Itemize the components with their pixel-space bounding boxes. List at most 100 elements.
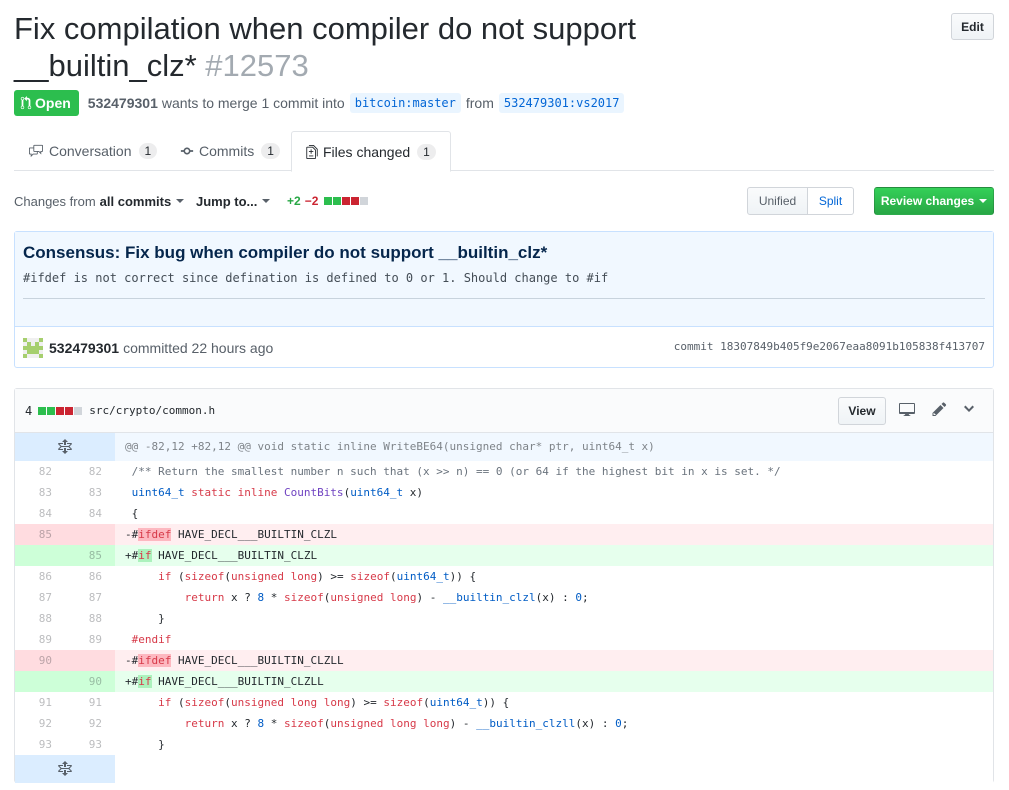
code-line: -#ifdef HAVE_DECL___BUILTIN_CLZL <box>115 524 993 545</box>
code-line: #endif <box>115 629 993 650</box>
code-token: ( <box>389 570 397 583</box>
new-line-number[interactable]: 84 <box>65 503 115 524</box>
commit-title: Consensus: Fix bug when compiler do not … <box>23 243 548 262</box>
code-token: uint64_t <box>396 570 450 583</box>
old-line-number[interactable]: 93 <box>15 734 65 755</box>
head-branch[interactable]: 532479301:vs2017 <box>498 93 625 113</box>
additions-count: +2 <box>287 194 301 208</box>
edit-button[interactable]: Edit <box>951 13 994 40</box>
code-line: if (sizeof(unsigned long long) >= sizeof… <box>115 692 993 713</box>
code-token: sizeof <box>350 570 390 583</box>
changes-from-dropdown[interactable]: Changes from all commits <box>14 187 185 215</box>
expand-down-button[interactable] <box>15 755 115 783</box>
commit-time: committed 22 hours ago <box>123 339 274 356</box>
code-token: x ? <box>224 717 258 730</box>
new-line-number[interactable]: 90 <box>65 671 115 692</box>
tab-files-changed[interactable]: Files changed 1 <box>291 131 451 172</box>
diff-line-deleted: 85 -#ifdef HAVE_DECL___BUILTIN_CLZL <box>15 524 993 545</box>
file-path-link[interactable]: src/crypto/common.h <box>89 404 215 417</box>
new-line-number[interactable]: 86 <box>65 566 115 587</box>
old-line-number[interactable] <box>15 545 65 566</box>
diff-line: 82 82 /** Return the smallest number n s… <box>15 461 993 482</box>
old-line-number[interactable]: 89 <box>15 629 65 650</box>
split-button[interactable]: Split <box>808 187 854 215</box>
code-token: ; <box>621 717 629 730</box>
deletions-count: −2 <box>304 194 319 208</box>
old-line-number[interactable]: 83 <box>15 482 65 503</box>
tab-conversation-count: 1 <box>138 143 158 159</box>
code-token: HAVE_DECL___BUILTIN_CLZLL <box>151 675 324 688</box>
new-line-number[interactable]: 88 <box>65 608 115 629</box>
code-line: if (sizeof(unsigned long) >= sizeof(uint… <box>115 566 993 587</box>
code-token: HAVE_DECL___BUILTIN_CLZL <box>171 528 337 541</box>
code-token: x ? <box>224 591 258 604</box>
diffstat-block <box>342 197 351 205</box>
diffstat-block <box>56 406 65 415</box>
tab-commits-count: 1 <box>261 143 280 159</box>
avatar[interactable] <box>23 337 43 358</box>
old-line-number[interactable]: 91 <box>15 692 65 713</box>
view-file-button[interactable]: View <box>838 397 886 425</box>
changes-scope: all commits <box>99 193 172 209</box>
diffstat-block <box>74 406 83 415</box>
code-token: if <box>138 675 152 688</box>
pr-author-link[interactable]: 532479301 <box>88 95 158 111</box>
jump-to-dropdown[interactable]: Jump to... <box>196 187 271 215</box>
chevron-down-icon[interactable] <box>963 401 975 417</box>
code-token: +# <box>125 675 139 688</box>
code-line: +#if HAVE_DECL___BUILTIN_CLZLL <box>115 671 993 692</box>
new-line-number[interactable]: 93 <box>65 734 115 755</box>
code-line: } <box>115 734 993 755</box>
code-token: if <box>158 570 172 583</box>
comment-discussion-icon <box>29 144 43 158</box>
commit-sha[interactable]: commit 18307849b405f9e2067eaa8091b105838… <box>674 340 985 353</box>
diffstat-block <box>333 197 342 205</box>
old-line-number[interactable]: 92 <box>15 713 65 734</box>
code-token: 0 <box>615 717 622 730</box>
code-token: if <box>158 696 172 709</box>
new-line-number[interactable]: 91 <box>65 692 115 713</box>
review-changes-button[interactable]: Review changes <box>874 187 994 215</box>
old-line-number[interactable]: 84 <box>15 503 65 524</box>
old-line-number[interactable]: 90 <box>15 650 65 671</box>
old-line-number[interactable]: 88 <box>15 608 65 629</box>
pencil-icon[interactable] <box>932 401 947 417</box>
code-token: ( <box>224 696 231 709</box>
commit-sha-label: commit <box>673 340 714 353</box>
pr-meta: Open 532479301 wants to merge 1 commit i… <box>14 90 629 116</box>
code-token: -# <box>125 654 139 667</box>
new-line-number[interactable]: 82 <box>65 461 115 482</box>
new-line-number[interactable] <box>65 650 115 671</box>
old-line-number[interactable]: 86 <box>15 566 65 587</box>
tab-conversation[interactable]: Conversation 1 <box>14 131 171 171</box>
old-line-number[interactable]: 87 <box>15 587 65 608</box>
diff-line: 86 86 if (sizeof(unsigned long) >= sizeo… <box>15 566 993 587</box>
new-line-number[interactable]: 87 <box>65 587 115 608</box>
new-line-number[interactable] <box>65 524 115 545</box>
tab-conversation-label: Conversation <box>49 143 132 159</box>
old-line-number[interactable] <box>15 671 65 692</box>
code-token: static inline <box>191 486 278 499</box>
diff-line: 91 91 if (sizeof(unsigned long long) >= … <box>15 692 993 713</box>
new-line-number[interactable]: 85 <box>65 545 115 566</box>
code-token: ) - <box>416 591 443 604</box>
code-line: return x ? 8 * sizeof(unsigned long long… <box>115 713 993 734</box>
diff-line: 84 84 { <box>15 503 993 524</box>
old-line-number[interactable]: 82 <box>15 461 65 482</box>
code-token: uint64_t <box>131 486 185 499</box>
new-line-number[interactable]: 92 <box>65 713 115 734</box>
commit-author-link[interactable]: 532479301 <box>49 340 119 356</box>
code-token: ( <box>423 696 430 709</box>
base-branch[interactable]: bitcoin:master <box>349 93 461 113</box>
old-line-number[interactable]: 85 <box>15 524 65 545</box>
code-token: ifdef <box>138 528 172 541</box>
desktop-icon[interactable] <box>899 401 915 417</box>
new-line-number[interactable]: 83 <box>65 482 115 503</box>
new-line-number[interactable]: 89 <box>65 629 115 650</box>
code-token: /** Return the smallest number n such th… <box>131 465 781 478</box>
code-token: sizeof <box>283 717 324 730</box>
expand-up-button[interactable] <box>15 433 115 461</box>
pr-title-text: Fix compilation when compiler do not sup… <box>14 11 637 83</box>
tab-commits[interactable]: Commits 1 <box>166 131 294 171</box>
unified-button[interactable]: Unified <box>747 187 808 215</box>
